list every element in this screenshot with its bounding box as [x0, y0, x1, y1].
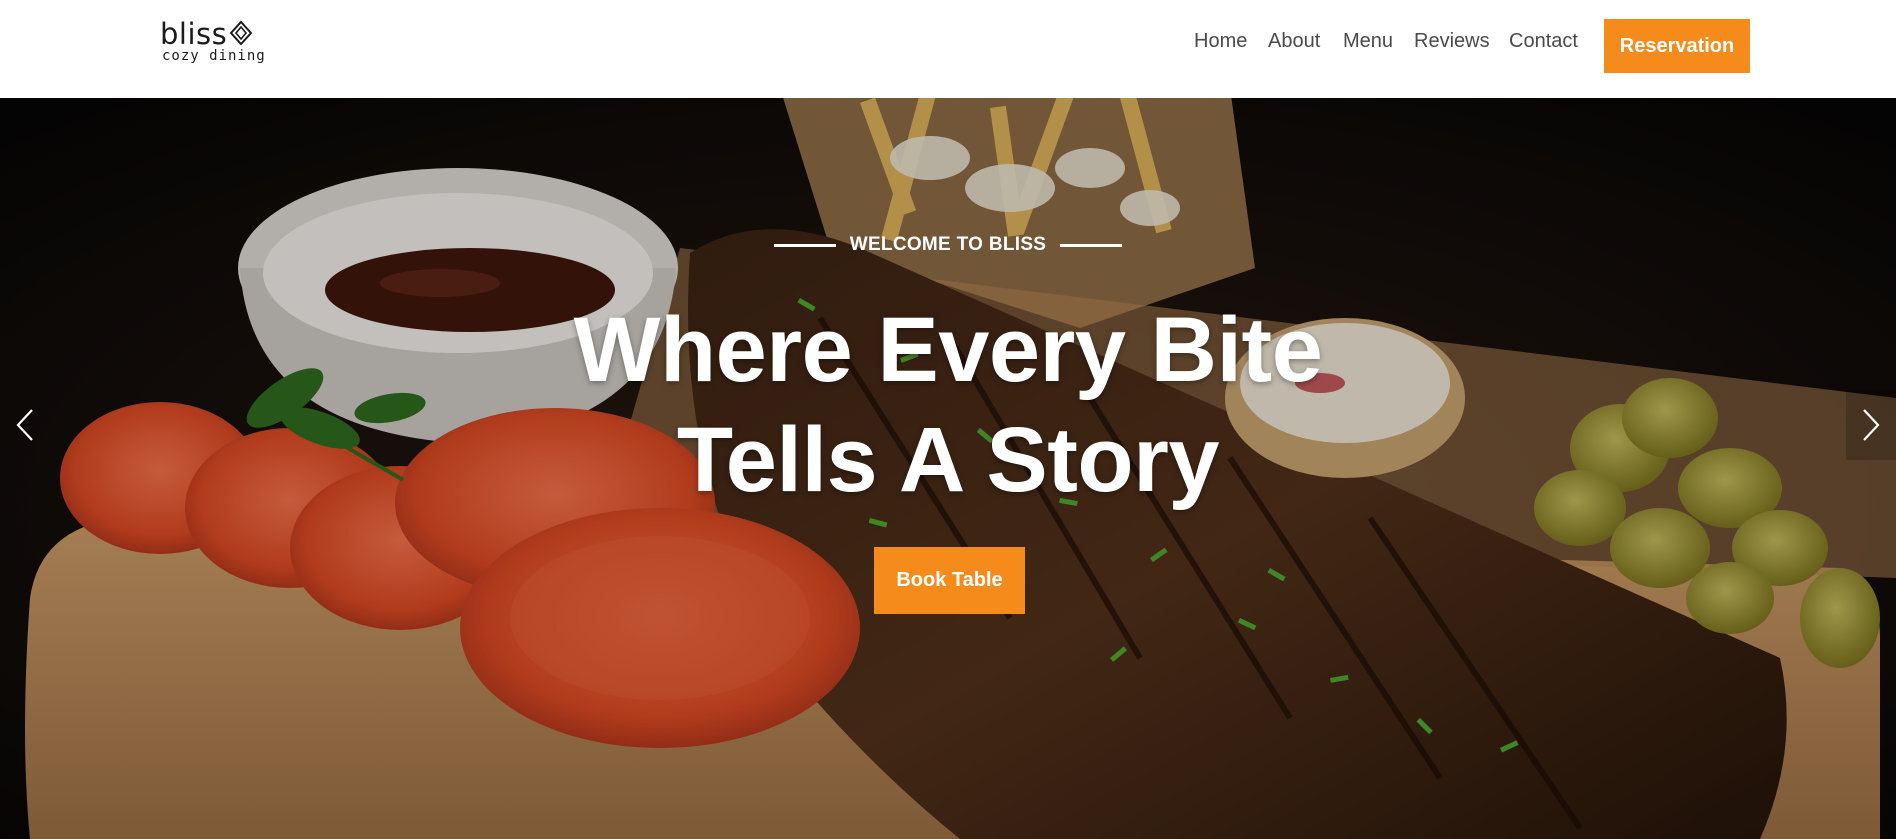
leaf-logo-icon	[229, 20, 253, 46]
site-header: bliss cozy dining Home About Menu Review…	[0, 0, 1896, 98]
hero-headline-line2: Tells A Story	[676, 409, 1220, 511]
slider-next-button[interactable]	[1846, 390, 1896, 460]
hero-headline: Where Every Bite Tells A Story	[0, 295, 1896, 515]
chevron-right-icon	[1863, 409, 1880, 441]
brand-logo[interactable]: bliss cozy dining	[160, 17, 265, 66]
hero-eyebrow-text: WELCOME TO BLISS	[849, 234, 1047, 255]
nav-about[interactable]: About	[1268, 28, 1320, 54]
nav-home[interactable]: Home	[1194, 28, 1247, 54]
brand-name: bliss	[160, 17, 228, 51]
eyebrow-line-left	[773, 243, 836, 247]
book-table-button[interactable]: Book Table	[874, 547, 1025, 614]
hero-headline-line1: Where Every Bite	[573, 299, 1323, 401]
nav-menu[interactable]: Menu	[1343, 28, 1393, 54]
brand-tagline: cozy dining	[162, 48, 266, 64]
nav-contact[interactable]: Contact	[1509, 28, 1578, 54]
nav-reviews[interactable]: Reviews	[1414, 28, 1490, 54]
reservation-button[interactable]: Reservation	[1604, 19, 1750, 73]
hero-eyebrow: WELCOME TO BLISS	[0, 234, 1896, 256]
hero-slider: WELCOME TO BLISS Where Every Bite Tells …	[0, 98, 1896, 839]
slider-prev-button[interactable]	[0, 390, 50, 460]
chevron-left-icon	[16, 409, 33, 441]
eyebrow-line-right	[1060, 243, 1123, 247]
